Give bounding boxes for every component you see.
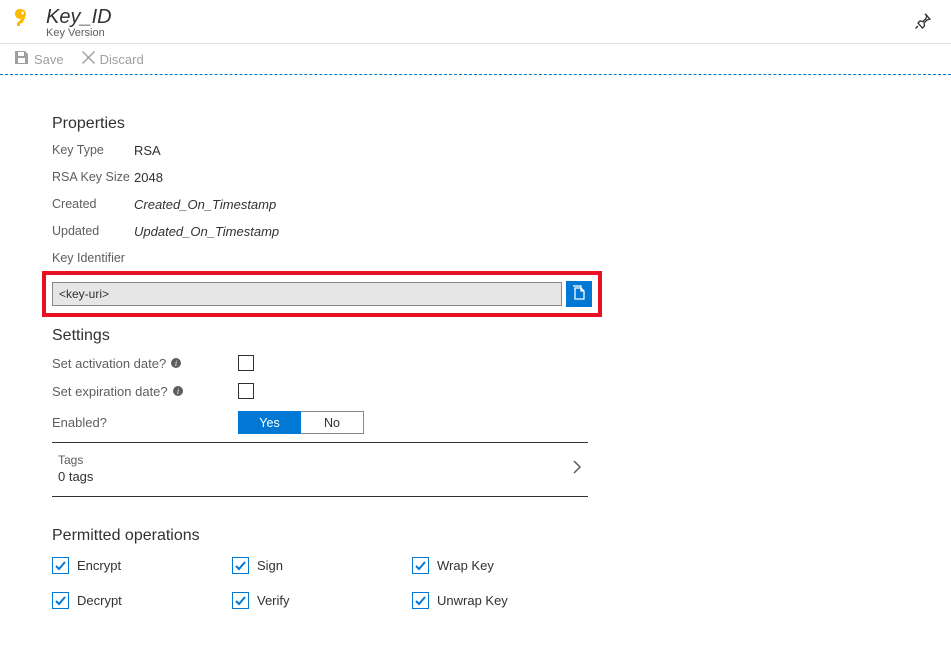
tags-count: 0 tags	[58, 469, 572, 484]
discard-button[interactable]: Discard	[82, 51, 144, 67]
copy-button[interactable]	[566, 281, 592, 307]
info-icon[interactable]: i	[170, 357, 182, 369]
settings-heading: Settings	[52, 327, 951, 345]
svg-text:i: i	[177, 387, 179, 396]
created-value: Created_On_Timestamp	[134, 197, 276, 212]
checkbox-checked-icon	[412, 557, 429, 574]
checkbox-checked-icon	[52, 592, 69, 609]
info-icon[interactable]: i	[172, 385, 184, 397]
key-identifier-label: Key Identifier	[52, 251, 951, 265]
rsa-size-label: RSA Key Size	[52, 170, 134, 185]
perm-wrapkey[interactable]: Wrap Key	[412, 557, 592, 574]
discard-label: Discard	[100, 52, 144, 67]
toolbar: Save Discard	[0, 44, 951, 75]
checkbox-checked-icon	[232, 592, 249, 609]
pin-icon[interactable]	[915, 13, 931, 32]
key-type-label: Key Type	[52, 143, 134, 158]
updated-label: Updated	[52, 224, 134, 239]
key-identifier-highlight	[42, 271, 602, 317]
key-icon	[14, 9, 36, 36]
svg-text:i: i	[175, 359, 177, 368]
save-button[interactable]: Save	[14, 50, 64, 68]
tags-label: Tags	[58, 453, 572, 467]
permitted-heading: Permitted operations	[52, 527, 951, 545]
enabled-no[interactable]: No	[301, 411, 364, 434]
checkbox-checked-icon	[412, 592, 429, 609]
page-subtitle: Key Version	[46, 27, 915, 39]
copy-icon	[572, 285, 586, 304]
activation-checkbox[interactable]	[238, 355, 254, 371]
perm-sign[interactable]: Sign	[232, 557, 412, 574]
chevron-right-icon	[572, 459, 582, 478]
enabled-toggle: Yes No	[238, 411, 364, 434]
perm-decrypt[interactable]: Decrypt	[52, 592, 232, 609]
created-label: Created	[52, 197, 134, 212]
checkbox-checked-icon	[232, 557, 249, 574]
key-type-value: RSA	[134, 143, 161, 158]
expiration-checkbox[interactable]	[238, 383, 254, 399]
updated-value: Updated_On_Timestamp	[134, 224, 279, 239]
page-header: Key_ID Key Version	[0, 0, 951, 44]
activation-label: Set activation date? i	[52, 356, 190, 371]
perm-verify[interactable]: Verify	[232, 592, 412, 609]
permitted-grid: Encrypt Sign Wrap Key Decrypt Verify Unw…	[52, 557, 951, 609]
expiration-label: Set expiration date? i	[52, 384, 190, 399]
tags-row[interactable]: Tags 0 tags	[52, 443, 588, 497]
close-icon	[82, 51, 95, 67]
enabled-yes[interactable]: Yes	[238, 411, 301, 434]
checkbox-checked-icon	[52, 557, 69, 574]
save-icon	[14, 50, 29, 68]
rsa-size-value: 2048	[134, 170, 163, 185]
enabled-label: Enabled?	[52, 415, 190, 430]
save-label: Save	[34, 52, 64, 67]
page-title: Key_ID	[46, 6, 915, 28]
perm-encrypt[interactable]: Encrypt	[52, 557, 232, 574]
perm-unwrapkey[interactable]: Unwrap Key	[412, 592, 592, 609]
key-identifier-input[interactable]	[52, 282, 562, 306]
properties-heading: Properties	[52, 115, 951, 133]
